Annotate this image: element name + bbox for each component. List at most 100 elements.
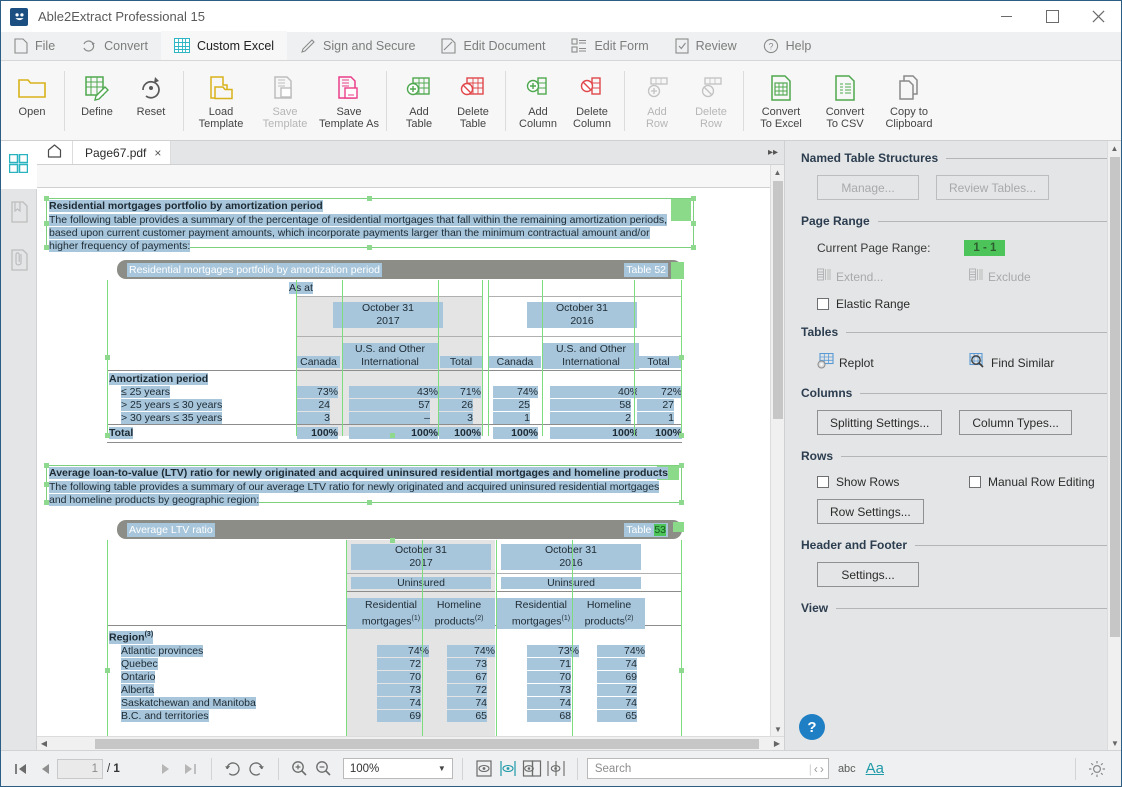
selection-handle[interactable] (691, 221, 696, 226)
convert-to-csv-button[interactable]: Convert To CSV (813, 65, 877, 137)
page-number-input[interactable]: 1 (57, 759, 103, 779)
panel-help-button[interactable]: ? (799, 714, 825, 740)
tab-review[interactable]: Review (662, 31, 750, 60)
delete-table-button[interactable]: Delete Table (446, 65, 500, 137)
table-handle[interactable] (679, 668, 684, 673)
save-template-as-button[interactable]: Save Template As (317, 65, 381, 137)
column-marker[interactable] (671, 199, 691, 221)
panel-vertical-scrollbar[interactable]: ▲ ▼ (1107, 141, 1121, 750)
table-handle[interactable] (105, 355, 110, 360)
find-similar-button[interactable]: Find Similar (969, 353, 1054, 372)
continuous-view-button[interactable] (496, 757, 520, 781)
column-split-line[interactable] (634, 280, 635, 436)
maximize-button[interactable] (1029, 1, 1075, 32)
scroll-thumb[interactable] (773, 181, 783, 419)
match-case-button[interactable]: Aa (861, 757, 889, 781)
zoom-level-select[interactable]: 100% ▼ (343, 758, 453, 779)
table-handle[interactable] (390, 538, 395, 543)
delete-column-button[interactable]: Delete Column (565, 65, 619, 137)
brightness-button[interactable] (1085, 757, 1109, 781)
show-rows-checkbox-row[interactable]: Show Rows (817, 475, 969, 489)
column-split-line[interactable] (342, 280, 343, 436)
home-tab-button[interactable] (37, 141, 73, 164)
column-marker[interactable] (671, 262, 684, 279)
document-canvas[interactable]: Residential mortgages portfolio by amort… (37, 165, 770, 736)
table-handle[interactable] (105, 668, 110, 673)
close-button[interactable] (1075, 1, 1121, 32)
copy-to-clipboard-button[interactable]: Copy to Clipboard (877, 65, 941, 137)
bookmarks-panel-button[interactable] (1, 189, 37, 237)
collapse-panel-button[interactable]: ▸▸ (762, 141, 784, 164)
row-settings-button[interactable]: Row Settings... (817, 499, 924, 524)
open-button[interactable]: Open (5, 65, 59, 137)
whole-words-button[interactable]: abc (833, 757, 861, 781)
last-page-button[interactable] (178, 757, 202, 781)
column-split-line[interactable] (542, 280, 543, 436)
replot-button[interactable]: Replot (817, 353, 969, 372)
rotate-counterclockwise-button[interactable] (245, 757, 269, 781)
two-page-view-button[interactable] (520, 757, 544, 781)
tab-edit-document[interactable]: Edit Document (428, 31, 558, 60)
previous-page-button[interactable] (33, 757, 57, 781)
header-footer-settings-button[interactable]: Settings... (817, 562, 919, 587)
scroll-left-arrow[interactable]: ◀ (37, 739, 51, 748)
table-handle[interactable] (679, 355, 684, 360)
manual-row-editing-checkbox[interactable] (969, 476, 981, 488)
selection-handle[interactable] (679, 500, 684, 505)
selection-handle[interactable] (367, 500, 372, 505)
tab-sign-and-secure[interactable]: Sign and Secure (287, 31, 428, 60)
table53-body[interactable]: October 31 2017 October 31 2016 Uninsure… (107, 540, 682, 736)
document-vertical-scrollbar[interactable]: ▲ ▼ (770, 165, 784, 736)
panel-scroll-thumb[interactable] (1110, 157, 1120, 637)
table-handle[interactable] (390, 433, 395, 438)
tab-convert[interactable]: Convert (68, 31, 161, 60)
manual-row-editing-checkbox-row[interactable]: Manual Row Editing (969, 475, 1095, 489)
add-table-button[interactable]: Add Table (392, 65, 446, 137)
scroll-thumb-horizontal[interactable] (95, 739, 759, 749)
next-page-button[interactable] (154, 757, 178, 781)
scroll-down-arrow[interactable]: ▼ (771, 722, 784, 736)
search-next-button[interactable]: › (820, 762, 824, 776)
search-input[interactable]: Search (595, 763, 631, 775)
selection-handle[interactable] (367, 196, 372, 201)
reset-button[interactable]: Reset (124, 65, 178, 137)
tab-edit-form[interactable]: Edit Form (558, 31, 661, 60)
table-handle[interactable] (105, 433, 110, 438)
show-rows-checkbox[interactable] (817, 476, 829, 488)
scroll-right-arrow[interactable]: ▶ (770, 739, 784, 748)
column-split-line[interactable] (346, 540, 347, 736)
pdf-page[interactable]: Residential mortgages portfolio by amort… (37, 187, 770, 736)
minimize-button[interactable] (983, 1, 1029, 32)
thumbnails-panel-button[interactable] (1, 141, 37, 189)
add-column-button[interactable]: Add Column (511, 65, 565, 137)
document-horizontal-scrollbar[interactable]: ◀ ▶ (37, 736, 784, 750)
scroll-up-arrow[interactable]: ▲ (771, 165, 784, 179)
search-box[interactable]: Search | ‹ › (587, 758, 829, 779)
table52-body[interactable]: As at October 31 2017 October 31 2016 Ca… (107, 280, 682, 436)
selection-handle[interactable] (367, 245, 372, 250)
column-marker[interactable] (673, 522, 684, 532)
elastic-range-checkbox[interactable] (817, 298, 829, 310)
two-page-continuous-view-button[interactable] (544, 757, 568, 781)
panel-scroll-down-arrow[interactable]: ▼ (1108, 736, 1122, 750)
table52-caption-bar[interactable]: Residential mortgages portfolio by amort… (117, 260, 682, 279)
attachments-panel-button[interactable] (1, 237, 37, 285)
splitting-settings-button[interactable]: Splitting Settings... (817, 410, 942, 435)
selection-handle[interactable] (679, 463, 684, 468)
column-split-line[interactable] (482, 280, 483, 436)
panel-scroll-up-arrow[interactable]: ▲ (1108, 141, 1121, 155)
table-handle[interactable] (679, 433, 684, 438)
zoom-out-button[interactable] (312, 757, 336, 781)
search-previous-button[interactable]: ‹ (814, 762, 818, 776)
document-tab[interactable]: Page67.pdf × (73, 141, 171, 164)
tab-custom-excel[interactable]: Custom Excel (161, 31, 287, 60)
rotate-clockwise-button[interactable] (221, 757, 245, 781)
convert-to-excel-button[interactable]: Convert To Excel (749, 65, 813, 137)
selection-handle[interactable] (691, 245, 696, 250)
tab-file[interactable]: File (1, 31, 68, 60)
column-split-line[interactable] (496, 540, 497, 736)
table53-caption-bar[interactable]: Average LTV ratio Table 53 (117, 520, 682, 539)
first-page-button[interactable] (9, 757, 33, 781)
column-split-line[interactable] (296, 280, 297, 436)
define-button[interactable]: Define (70, 65, 124, 137)
